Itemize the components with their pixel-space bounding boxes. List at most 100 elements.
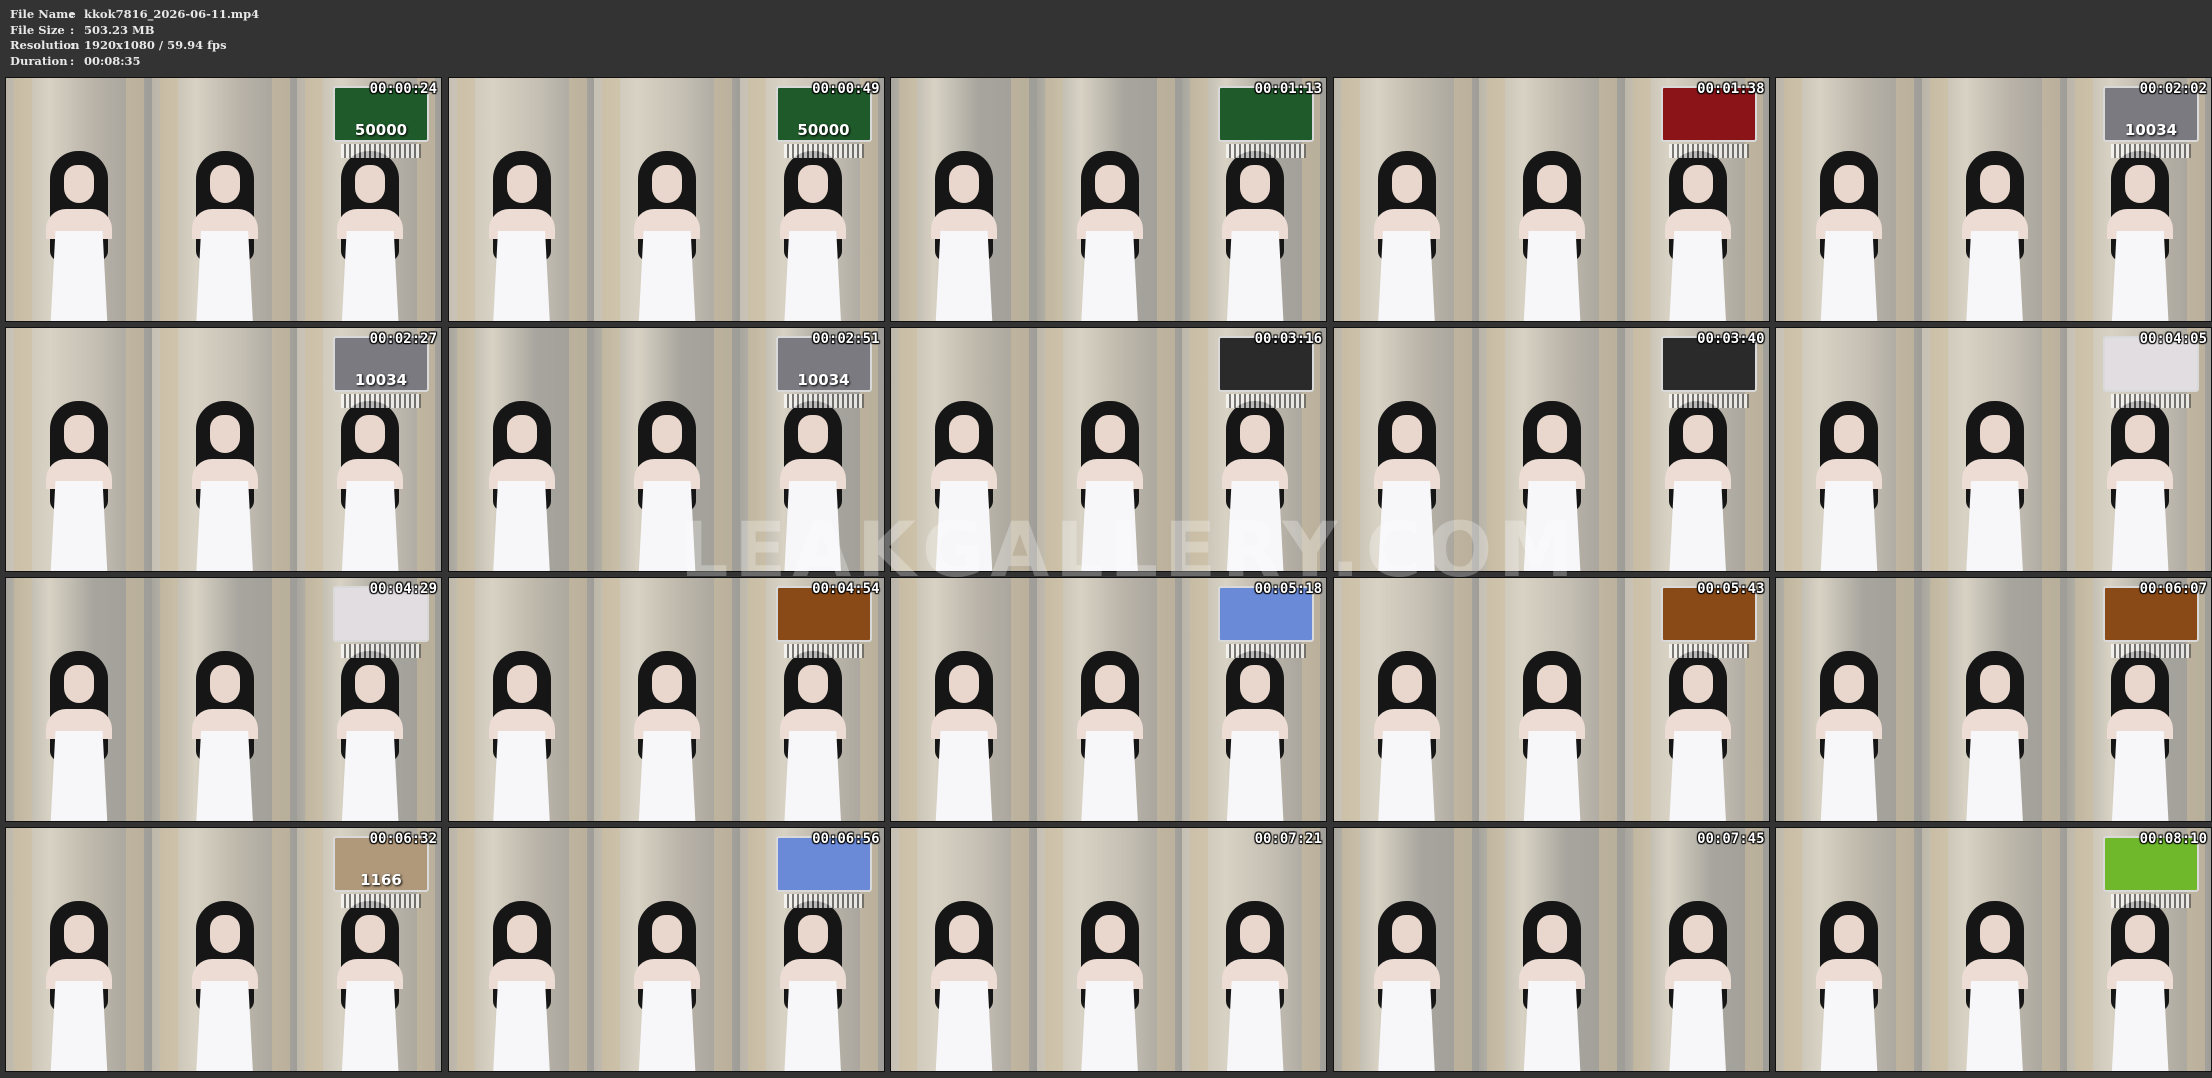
person-figure	[1222, 151, 1289, 321]
overlay-caption	[341, 394, 421, 408]
overlay-caption	[783, 144, 864, 158]
video-thumbnail[interactable]: 00:06:07	[1775, 577, 2212, 822]
person-figure	[634, 901, 701, 1071]
person-figure	[337, 901, 404, 1071]
timestamp: 00:07:45	[1697, 831, 1765, 847]
overlay-number: 1166	[360, 871, 402, 889]
video-thumbnail[interactable]: 00:01:38	[1332, 77, 1770, 322]
person-figure	[46, 151, 112, 321]
file-name-row: File Name: kkok7816_2026-06-11.mp4	[10, 7, 259, 23]
frame-panel	[891, 328, 1037, 571]
frame-panel	[1479, 328, 1626, 571]
frame-panel	[448, 78, 595, 321]
frame-panel	[151, 78, 298, 321]
frame-panel	[151, 828, 298, 1071]
person-figure	[191, 151, 258, 321]
person-figure	[1961, 401, 2028, 571]
person-figure	[1519, 901, 1586, 1071]
video-thumbnail[interactable]: 50000 00:00:24	[5, 77, 442, 322]
person-figure	[1816, 651, 1882, 821]
person-figure	[488, 651, 555, 821]
video-thumbnail[interactable]: 00:07:21	[890, 827, 1327, 1072]
person-figure	[779, 651, 846, 821]
person-figure	[1222, 901, 1289, 1071]
timestamp: 00:04:54	[812, 581, 880, 597]
file-size-label: File Size	[10, 22, 65, 37]
person-figure	[2107, 401, 2174, 571]
overlay-number: 10034	[354, 371, 408, 389]
person-figure	[191, 901, 258, 1071]
overlay-caption	[341, 644, 421, 658]
frame-panel	[1776, 78, 1922, 321]
frame-panel	[1921, 78, 2068, 321]
timestamp: 00:03:16	[1254, 331, 1322, 347]
frame-panel	[1921, 328, 2068, 571]
person-figure	[779, 401, 846, 571]
overlay-number: 50000	[797, 121, 850, 139]
person-figure	[1816, 401, 1882, 571]
person-figure	[1519, 401, 1586, 571]
person-figure	[779, 151, 846, 321]
video-thumbnail[interactable]: 10034 00:02:27	[5, 327, 442, 572]
frame-panel	[448, 828, 595, 1071]
timestamp: 00:04:29	[369, 581, 437, 597]
person-figure	[488, 151, 555, 321]
file-metadata: File Name: kkok7816_2026-06-11.mp4 File S…	[10, 7, 259, 69]
frame-panel	[1036, 828, 1183, 1071]
duration-row: Duration:00:08:35	[10, 54, 259, 70]
person-figure	[1816, 151, 1882, 321]
person-figure	[931, 901, 997, 1071]
video-thumbnail[interactable]: 10034 00:02:02	[1775, 77, 2212, 322]
timestamp: 00:02:27	[369, 331, 437, 347]
overlay-number: 50000	[354, 121, 408, 139]
person-figure	[1664, 151, 1731, 321]
overlay-caption	[2111, 394, 2191, 408]
timestamp: 00:03:40	[1697, 331, 1765, 347]
person-figure	[1373, 401, 1440, 571]
video-thumbnail[interactable]: 00:07:45	[1332, 827, 1770, 1072]
overlay-caption	[783, 394, 864, 408]
video-thumbnail[interactable]: 50000 00:00:49	[447, 77, 885, 322]
video-thumbnail[interactable]: 00:01:13	[890, 77, 1327, 322]
person-figure	[1222, 401, 1289, 571]
video-thumbnail[interactable]: 00:08:10	[1775, 827, 2212, 1072]
person-figure	[191, 401, 258, 571]
video-thumbnail[interactable]: 00:04:05	[1775, 327, 2212, 572]
frame-panel	[1036, 328, 1183, 571]
video-thumbnail[interactable]: 00:03:40	[1332, 327, 1770, 572]
person-figure	[779, 901, 846, 1071]
frame-panel	[448, 578, 595, 821]
timestamp: 00:00:49	[812, 81, 880, 97]
video-thumbnail[interactable]: 1166 00:06:32	[5, 827, 442, 1072]
timestamp: 00:06:56	[812, 831, 880, 847]
person-figure	[2107, 901, 2174, 1071]
resolution-value: 1920x1080 / 59.94 fps	[84, 38, 227, 53]
frame-panel	[1479, 828, 1626, 1071]
video-thumbnail[interactable]: 00:05:18	[890, 577, 1327, 822]
frame-panel	[1624, 828, 1769, 1071]
frame-panel	[6, 78, 152, 321]
duration-value: 00:08:35	[84, 53, 141, 68]
video-thumbnail[interactable]: 00:04:29	[5, 577, 442, 822]
person-figure	[488, 901, 555, 1071]
frame-panel	[891, 78, 1037, 321]
video-thumbnail[interactable]: 00:05:43	[1332, 577, 1770, 822]
separator: :	[70, 22, 75, 37]
video-thumbnail[interactable]: 10034 00:02:51	[447, 327, 885, 572]
frame-panel	[1776, 578, 1922, 821]
frame-panel	[594, 328, 741, 571]
timestamp: 00:00:24	[369, 81, 437, 97]
duration-label: Duration	[10, 53, 68, 68]
timestamp: 00:04:05	[2139, 331, 2207, 347]
frame-panel	[6, 828, 152, 1071]
video-thumbnail[interactable]: 00:03:16	[890, 327, 1327, 572]
separator: :	[70, 38, 75, 53]
person-figure	[1519, 651, 1586, 821]
video-thumbnail[interactable]: 00:06:56	[447, 827, 885, 1072]
frame-panel	[1921, 578, 2068, 821]
overlay-caption	[341, 144, 421, 158]
frame-panel	[1333, 78, 1480, 321]
person-figure	[1076, 901, 1143, 1071]
frame-panel	[1776, 328, 1922, 571]
video-thumbnail[interactable]: 00:04:54	[447, 577, 885, 822]
